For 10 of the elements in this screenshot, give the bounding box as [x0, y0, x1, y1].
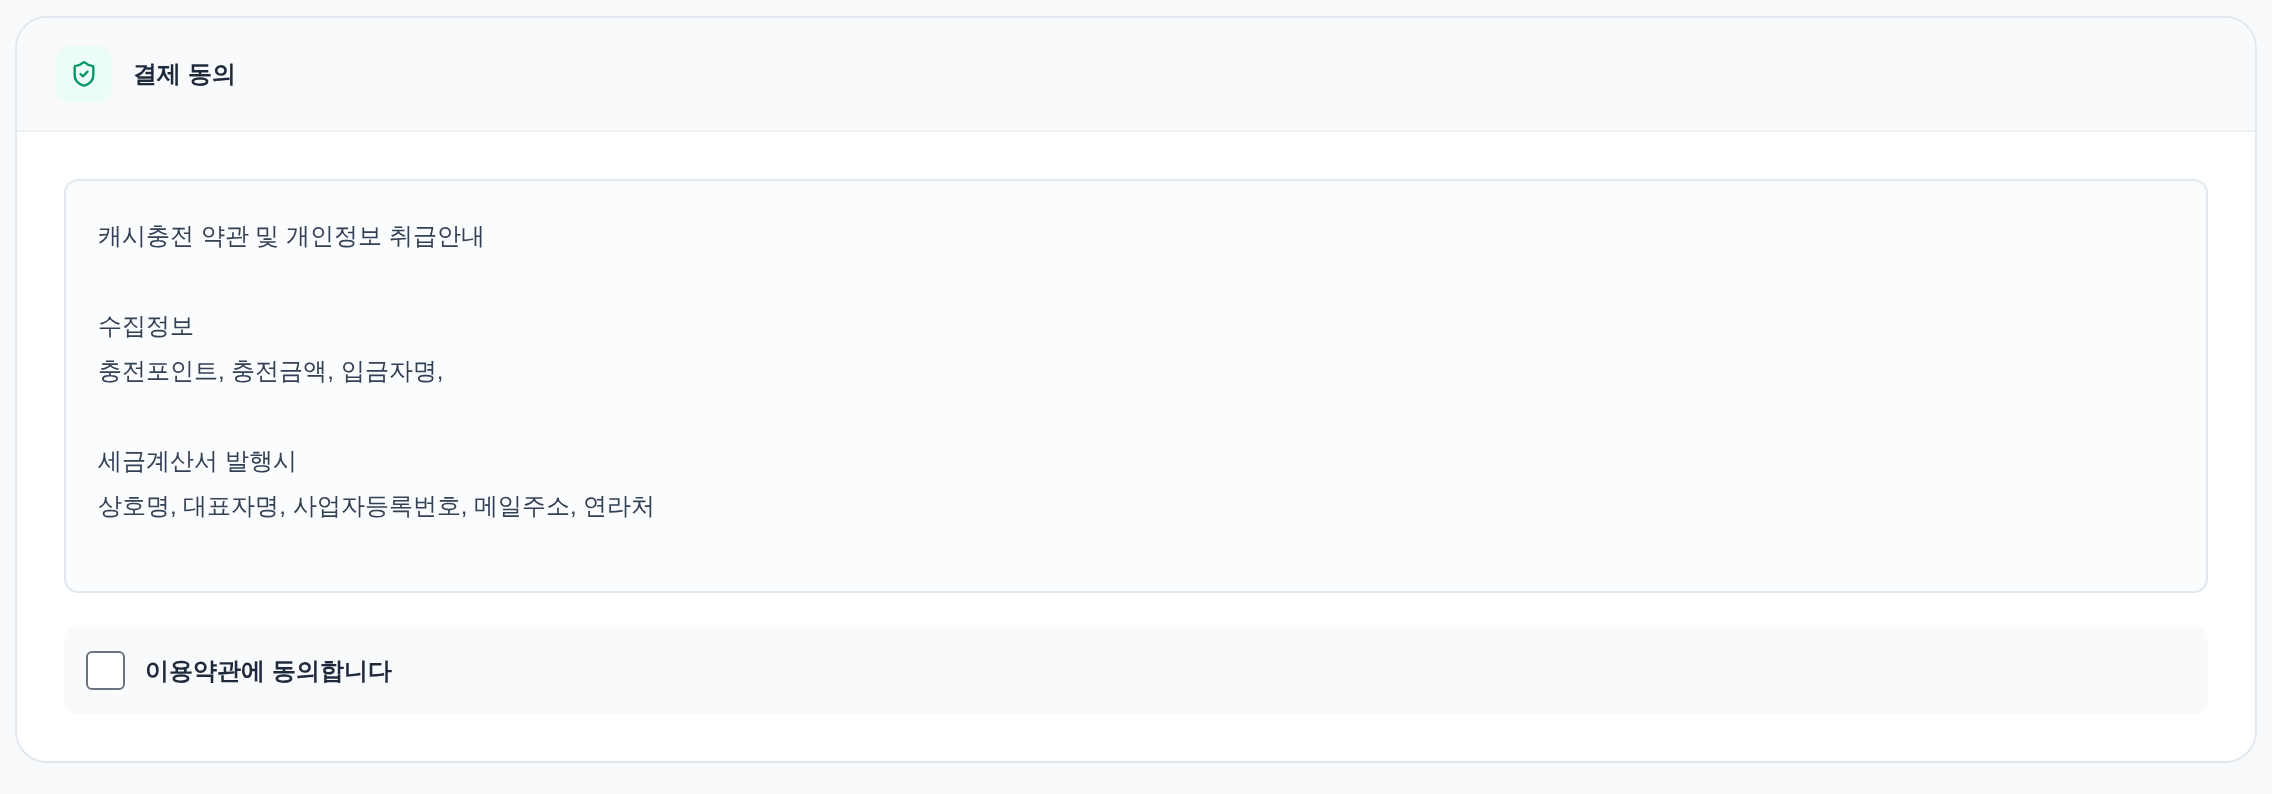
terms-text: 충전포인트, 충전금액, 입금자명, — [98, 356, 444, 386]
terms-heading: 세금계산서 발행시 — [98, 446, 297, 476]
agree-checkbox[interactable] — [86, 651, 125, 690]
terms-title: 캐시충전 약관 및 개인정보 취급안내 — [98, 221, 485, 251]
agree-label[interactable]: 이용약관에 동의합니다 — [145, 652, 392, 689]
card-title: 결제 동의 — [133, 59, 236, 89]
terms-scroll-box[interactable]: 캐시충전 약관 및 개인정보 취급안내 수집정보 충전포인트, 충전금액, 입금자명, 세금계산서 발행시 상호명, 대표자명, 사업자등록번호, 메일주소, 연라처 — [64, 179, 2208, 593]
shield-check-icon — [56, 46, 112, 102]
terms-heading: 수집정보 — [98, 311, 194, 341]
terms-text: 상호명, 대표자명, 사업자등록번호, 메일주소, 연라처 — [98, 491, 656, 521]
